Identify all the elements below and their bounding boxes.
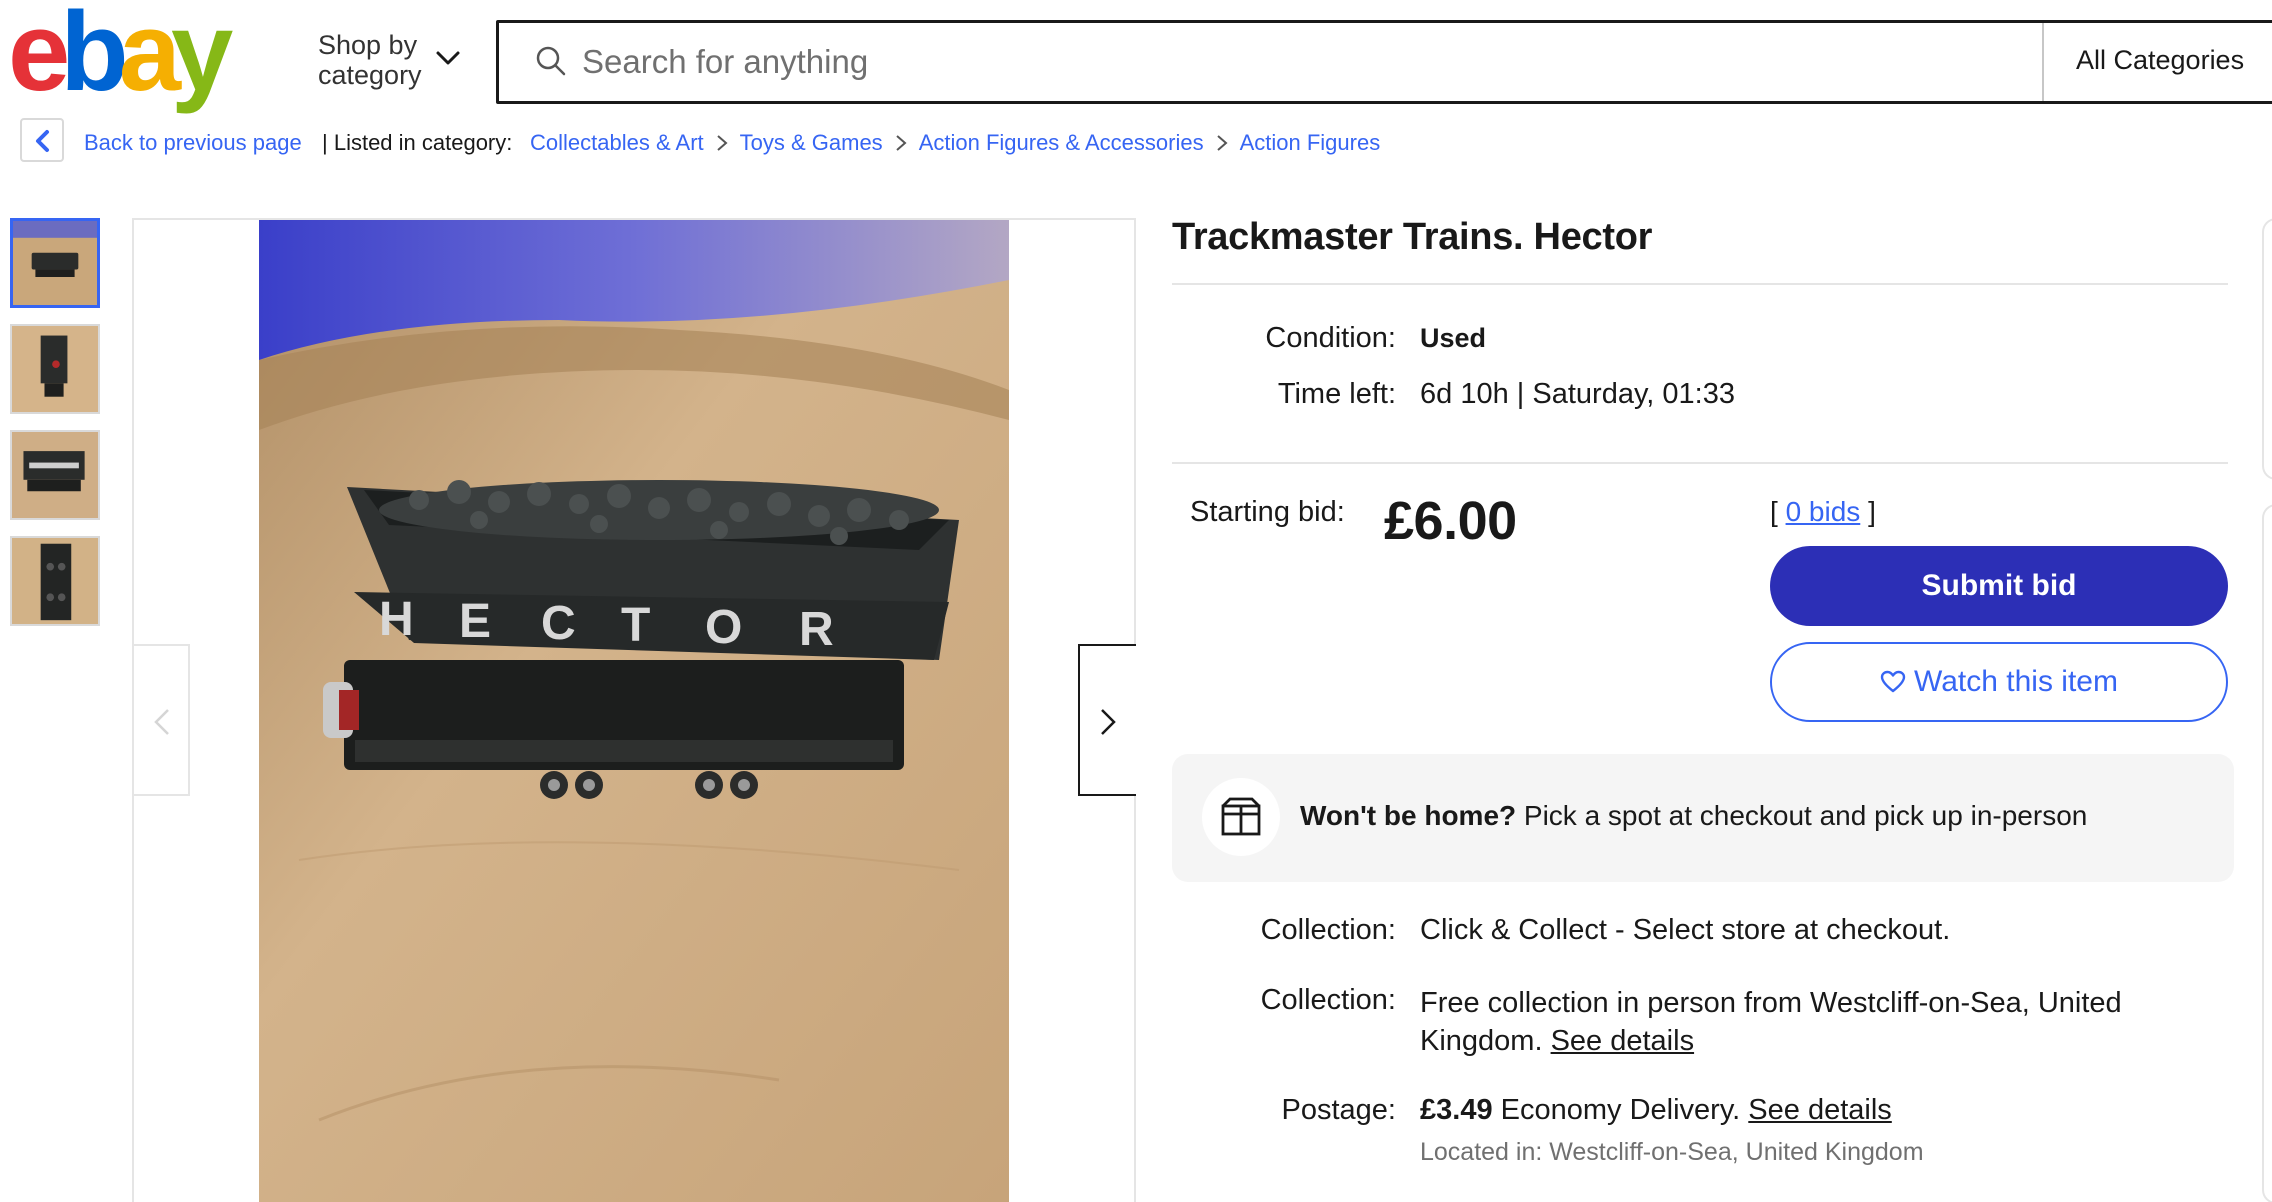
item-title: Trackmaster Trains. Hector: [1172, 216, 1653, 258]
time-left-duration: 6d 10h: [1420, 378, 1509, 410]
main-product-image[interactable]: HEC T O R: [259, 220, 1009, 1202]
postage-label: Postage:: [1281, 1094, 1396, 1126]
chevron-right-icon: [1101, 709, 1116, 735]
collection-value-1: Click & Collect - Select store at checko…: [1420, 914, 1951, 946]
breadcrumb-item-action-figures[interactable]: Action Figures: [1240, 130, 1381, 156]
bids-bracket-open: [: [1770, 496, 1778, 527]
shop-by-line2: category: [318, 60, 422, 90]
thumbnail-1[interactable]: [10, 218, 100, 308]
ebay-logo[interactable]: ebay: [8, 4, 248, 114]
breadcrumb-item-toys-games[interactable]: Toys & Games: [740, 130, 883, 156]
previous-image-button[interactable]: [134, 644, 190, 796]
product-photo: HEC T O R: [259, 220, 1009, 1202]
next-image-button[interactable]: [1078, 644, 1136, 796]
see-details-link[interactable]: See details: [1748, 1094, 1892, 1126]
category-divider: [2042, 23, 2044, 101]
shop-by-line1: Shop by: [318, 30, 418, 60]
shop-by-category-button[interactable]: Shop by category: [318, 30, 422, 90]
back-to-previous-link[interactable]: Back to previous page: [84, 130, 302, 156]
condition-value: Used: [1420, 323, 1487, 353]
breadcrumb-item-collectables[interactable]: Collectables & Art: [530, 130, 704, 156]
chevron-right-icon: [883, 132, 919, 154]
breadcrumb: Collectables & Art Toys & Games Action F…: [530, 130, 1380, 156]
svg-text:O: O: [705, 601, 742, 654]
collection-value-2: Free collection in person from Westcliff…: [1420, 984, 2122, 1060]
chevron-left-icon: [154, 709, 169, 735]
box-icon: [1221, 797, 1261, 836]
svg-text:C: C: [541, 597, 576, 650]
starting-bid-label: Starting bid:: [1190, 496, 1345, 528]
submit-bid-button[interactable]: Submit bid: [1770, 546, 2228, 626]
svg-text:R: R: [799, 603, 834, 656]
thumbnail-4[interactable]: [10, 536, 100, 626]
chevron-left-icon: [36, 130, 49, 152]
back-button[interactable]: [20, 118, 64, 162]
collection-label-1: Collection:: [1260, 914, 1396, 946]
time-left-separator: |: [1516, 378, 1525, 410]
item-location: Located in: Westcliff-on-Sea, United Kin…: [1420, 1138, 1924, 1166]
time-left-value: 6d 10h | Saturday, 01:33: [1420, 378, 1735, 411]
pickup-icon-wrapper: [1202, 778, 1280, 856]
postage-price: £3.49: [1420, 1094, 1493, 1126]
chevron-right-icon: [704, 132, 740, 154]
side-panel-edge: [2262, 218, 2272, 480]
ebay-logo-graphic: ebay: [8, 4, 243, 114]
svg-text:ebay: ebay: [8, 4, 233, 114]
bids-count: [ 0 bids ]: [1770, 496, 1876, 528]
thumbnail-2[interactable]: [10, 324, 100, 414]
watch-item-button[interactable]: Watch this item: [1770, 642, 2228, 722]
search-icon: [536, 46, 566, 76]
divider: [1172, 462, 2228, 464]
see-details-link[interactable]: See details: [1551, 1025, 1695, 1057]
bids-link[interactable]: 0 bids: [1786, 496, 1861, 527]
listed-in-category-label: | Listed in category:: [322, 130, 513, 155]
postage-value: £3.49 Economy Delivery. See details: [1420, 1094, 1892, 1127]
svg-text:H: H: [379, 593, 414, 646]
condition-label: Condition:: [1265, 322, 1396, 354]
svg-text:T: T: [621, 599, 650, 652]
search-input[interactable]: [582, 36, 2002, 88]
heart-icon: [1880, 670, 1906, 693]
pickup-text: Won't be home? Pick a spot at checkout a…: [1300, 800, 2087, 832]
chevron-down-icon[interactable]: [434, 44, 462, 72]
thumbnail-3[interactable]: [10, 430, 100, 520]
bids-bracket-close: ]: [1868, 496, 1876, 527]
breadcrumb-item-action-figures-accessories[interactable]: Action Figures & Accessories: [919, 130, 1204, 156]
watch-item-label: Watch this item: [1914, 665, 2118, 698]
collection-value-2-line2: Kingdom.: [1420, 1025, 1543, 1057]
chevron-right-icon: [1204, 132, 1240, 154]
category-select[interactable]: All Categories: [2076, 45, 2244, 76]
postage-text: Economy Delivery.: [1492, 1094, 1741, 1126]
time-left-end: Saturday, 01:33: [1532, 378, 1735, 410]
pickup-body: Pick a spot at checkout and pick up in-p…: [1516, 800, 2088, 831]
side-panel-edge: [2262, 504, 2272, 1202]
time-left-label: Time left:: [1277, 378, 1396, 410]
divider: [1172, 283, 2228, 285]
pickup-bold: Won't be home?: [1300, 800, 1517, 831]
collection-value-2-line1: Free collection in person from Westcliff…: [1420, 987, 2122, 1019]
price: £6.00: [1384, 491, 1517, 551]
collection-label-2: Collection:: [1260, 984, 1396, 1016]
svg-text:E: E: [459, 595, 491, 648]
